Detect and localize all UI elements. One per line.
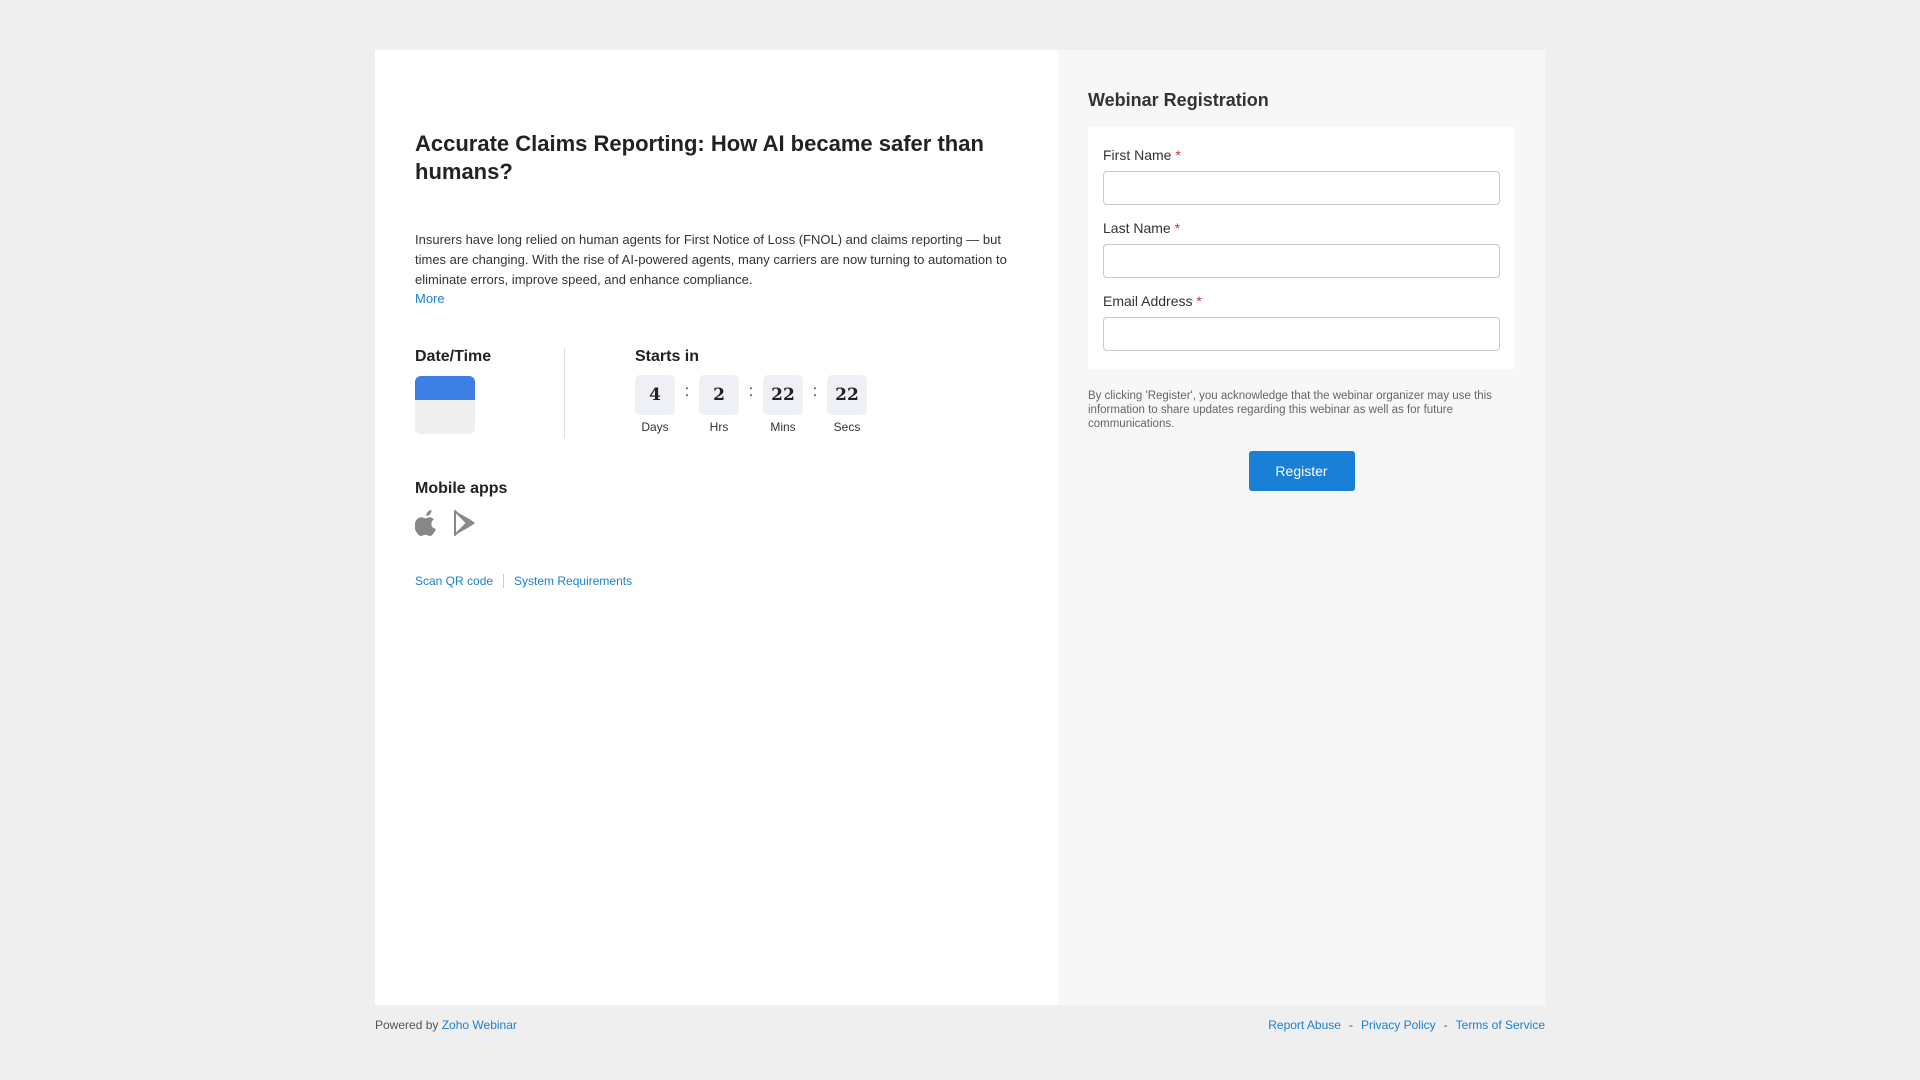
calendar-icon bbox=[415, 376, 475, 434]
register-button-wrap: Register bbox=[1088, 451, 1515, 491]
consent-text: By clicking 'Register', you acknowledge … bbox=[1088, 390, 1492, 430]
days-value: 4 bbox=[635, 375, 675, 415]
required-mark: * bbox=[1175, 147, 1181, 163]
last-name-input[interactable] bbox=[1103, 244, 1500, 278]
powered-by-text: Powered by bbox=[375, 1018, 439, 1032]
zoho-webinar-link[interactable]: Zoho Webinar bbox=[442, 1018, 517, 1032]
countdown-separator: : bbox=[684, 383, 690, 400]
apple-icon[interactable] bbox=[414, 510, 439, 536]
footer-separator: - bbox=[1348, 1018, 1353, 1032]
event-title: Accurate Claims Reporting: How AI became… bbox=[415, 131, 984, 184]
webinar-card: Accurate Claims Reporting: How AI became… bbox=[375, 50, 1545, 1005]
schedule-row: Date/Time Starts in 4 Days : 2 Hrs: 22 … bbox=[415, 348, 1018, 438]
first-name-label-text: First Name bbox=[1103, 147, 1172, 163]
countdown-block: Starts in 4 Days : 2 Hrs : 22 Mins: 22 … bbox=[565, 348, 867, 438]
hours-value: 2 bbox=[699, 375, 739, 415]
countdown-timer: 4 Days : 2 Hrs : 22 Mins : 22 Secs bbox=[635, 375, 867, 434]
email-label: Email Address * bbox=[1103, 293, 1500, 309]
countdown-hours: 2 Hrs bbox=[699, 375, 739, 434]
first-name-label: First Name * bbox=[1103, 147, 1500, 163]
app-icons bbox=[414, 510, 1018, 536]
register-button[interactable]: Register bbox=[1248, 451, 1355, 491]
mins-value: 22 bbox=[763, 375, 803, 415]
datetime-block: Date/Time bbox=[415, 348, 565, 438]
more-link[interactable]: More bbox=[415, 291, 445, 306]
footer-powered-by: Powered by Zoho Webinar bbox=[375, 1018, 517, 1032]
first-name-input[interactable] bbox=[1103, 171, 1500, 205]
required-mark: * bbox=[1196, 293, 1202, 309]
countdown-separator: : bbox=[812, 383, 818, 400]
registration-form: First Name * Last Name * Email Address * bbox=[1088, 127, 1515, 369]
secs-label: Secs bbox=[833, 420, 861, 434]
days-label: Days bbox=[641, 420, 669, 434]
terms-of-service-link[interactable]: Terms of Service bbox=[1456, 1018, 1545, 1032]
datetime-heading: Date/Time bbox=[415, 348, 492, 365]
mobile-apps-heading: Mobile apps bbox=[415, 480, 508, 497]
hours-label: Hrs bbox=[709, 420, 729, 434]
event-description: Insurers have long relied on human agent… bbox=[415, 232, 1007, 287]
footer-separator: - bbox=[1443, 1018, 1448, 1032]
email-input[interactable] bbox=[1103, 317, 1500, 351]
system-requirements-link[interactable]: System Requirements bbox=[514, 574, 632, 588]
privacy-policy-link[interactable]: Privacy Policy bbox=[1361, 1018, 1436, 1032]
link-divider bbox=[503, 574, 505, 588]
footer-links: Report Abuse - Privacy Policy - Terms of… bbox=[1268, 1018, 1545, 1032]
scan-qr-link[interactable]: Scan QR code bbox=[415, 574, 493, 588]
starts-in-heading: Starts in bbox=[635, 348, 700, 365]
mins-label: Mins bbox=[770, 420, 796, 434]
countdown-days: 4 Days bbox=[635, 375, 675, 434]
registration-panel: Webinar Registration First Name * Last N… bbox=[1058, 50, 1545, 1005]
event-details-panel: Accurate Claims Reporting: How AI became… bbox=[375, 50, 1058, 1005]
email-label-text: Email Address bbox=[1103, 293, 1193, 309]
countdown-mins: 22 Mins bbox=[763, 375, 803, 434]
last-name-label: Last Name * bbox=[1103, 220, 1500, 236]
report-abuse-link[interactable]: Report Abuse bbox=[1268, 1018, 1341, 1032]
mobile-apps-section: Mobile apps bbox=[414, 480, 1018, 536]
countdown-secs: 22 Secs bbox=[827, 375, 867, 434]
registration-title: Webinar Registration bbox=[1088, 90, 1269, 110]
required-mark: * bbox=[1174, 220, 1181, 236]
secs-value: 22 bbox=[827, 375, 867, 415]
countdown-separator: : bbox=[748, 383, 754, 400]
last-name-label-text: Last Name bbox=[1103, 220, 1171, 236]
google-play-icon[interactable] bbox=[453, 510, 477, 536]
help-links: Scan QR code System Requirements bbox=[415, 574, 1018, 588]
